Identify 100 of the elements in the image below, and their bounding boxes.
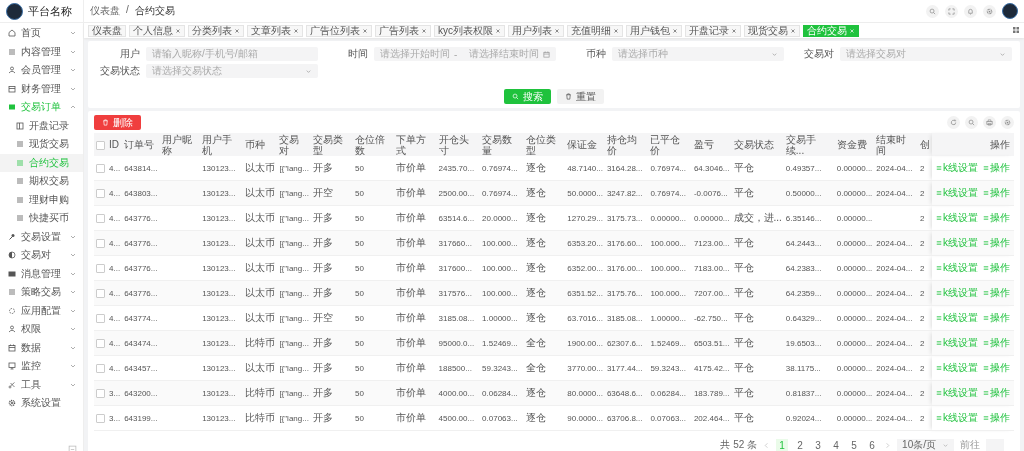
close-icon	[790, 27, 796, 34]
table-cell: 3176.00...	[606, 263, 643, 273]
sidebar-item[interactable]: 会员管理	[0, 61, 83, 80]
page-button[interactable]: 3	[812, 438, 825, 451]
tab[interactable]: 广告列表	[375, 24, 431, 37]
checkbox[interactable]	[96, 163, 105, 173]
checkbox[interactable]	[96, 140, 105, 150]
sidebar-item[interactable]: 监控	[0, 357, 83, 376]
checkbox[interactable]	[96, 188, 105, 198]
sidebar-item[interactable]: 财务管理	[0, 79, 83, 98]
search-icon	[929, 7, 936, 15]
table-cell: 130123...	[202, 238, 236, 248]
table-cell: 7123.00...	[693, 238, 730, 248]
table-cell: 0.00000...	[836, 338, 873, 348]
checkbox[interactable]	[96, 263, 105, 273]
sidebar-item[interactable]: 工具	[0, 375, 83, 394]
table-cell: 7207.00...	[693, 288, 730, 298]
table-cell: 全仓	[525, 362, 546, 373]
tab[interactable]: 现货交易	[744, 24, 800, 37]
checkbox[interactable]	[96, 413, 105, 423]
table-cell: 2	[919, 413, 925, 423]
sidebar-item[interactable]: 系统设置	[0, 394, 83, 413]
tab[interactable]: 开盘记录	[685, 24, 741, 37]
checkbox[interactable]	[96, 313, 105, 323]
tab[interactable]: kyc列表权限	[434, 24, 505, 37]
checkbox[interactable]	[96, 363, 105, 373]
table-cell: 7183.00...	[693, 263, 730, 273]
tab[interactable]: 文章列表	[247, 24, 303, 37]
close-icon	[731, 27, 737, 34]
table-cell: 2024-04...	[876, 163, 913, 173]
breadcrumb-item[interactable]: 仪表盘	[90, 4, 120, 18]
sidebar-item[interactable]: 内容管理	[0, 42, 83, 61]
table-cell: 开多	[313, 362, 334, 373]
table-cell: 开空	[313, 187, 334, 198]
page-button[interactable]: 5	[848, 438, 861, 451]
sidebar-item[interactable]: 期权交易	[0, 172, 83, 191]
table-cell: 0.76974...	[482, 163, 518, 173]
table-cell: 0.06284...	[482, 388, 518, 398]
table-cell: 317600...	[438, 263, 472, 273]
tab[interactable]: 广告位列表	[306, 24, 372, 37]
table-cell: 市价单	[395, 162, 426, 173]
checkbox[interactable]	[96, 213, 105, 223]
table-cell: 188500...	[438, 363, 472, 373]
sidebar-item[interactable]: 交易设置	[0, 227, 83, 246]
sidebar-item[interactable]: 策略交易	[0, 283, 83, 302]
sidebar-item[interactable]: 首页	[0, 24, 83, 43]
table-cell: 3185.08...	[606, 313, 643, 323]
table-cell: 4...	[109, 363, 121, 373]
sidebar-item[interactable]: 数据	[0, 338, 83, 357]
checkbox[interactable]	[96, 288, 105, 298]
table-cell: 平仓	[733, 312, 754, 323]
table-cell: 3185.08...	[438, 313, 475, 323]
table-cell: 3770.00...	[567, 363, 603, 373]
tab[interactable]: 用户钱包	[626, 24, 682, 37]
table-cell: 643776...	[124, 213, 158, 223]
table-cell: 开多	[313, 162, 334, 173]
page-button[interactable]: 6	[866, 438, 879, 451]
table-cell: 130123...	[202, 313, 236, 323]
sidebar-item[interactable]: 交易对	[0, 246, 83, 265]
sidebar-item[interactable]: 现货交易	[0, 135, 83, 154]
table-cell: [{"lang...	[279, 188, 309, 198]
table-cell: 3175.76...	[606, 288, 643, 298]
table-cell: 0.92024...	[785, 413, 822, 423]
caret-icon	[771, 50, 779, 58]
tab[interactable]: 仪表盘	[88, 24, 126, 37]
page-button[interactable]: 2	[794, 438, 807, 451]
sidebar-item[interactable]: 快捷买币	[0, 209, 83, 228]
table-cell: 1.00000...	[650, 313, 686, 323]
page-size-select[interactable]: 10条/页	[897, 438, 954, 451]
table-cell: 0.00000...	[836, 363, 873, 373]
table-cell: 95000.0...	[438, 338, 475, 348]
search-icon	[512, 93, 519, 100]
tab[interactable]: 分类列表	[188, 24, 244, 37]
table-cell: 317576...	[438, 288, 472, 298]
sidebar-item[interactable]: 开盘记录	[0, 116, 83, 135]
sidebar-item[interactable]: 理财申购	[0, 190, 83, 209]
table-cell: 6352.00...	[567, 263, 603, 273]
checkbox[interactable]	[96, 388, 105, 398]
sidebar-item[interactable]: 权限	[0, 320, 83, 339]
tab[interactable]: 充值明细	[567, 24, 623, 37]
sidebar-item[interactable]: 应用配置	[0, 301, 83, 320]
logo-icon	[6, 2, 23, 20]
tab[interactable]: 用户列表	[508, 24, 564, 37]
delete-button[interactable]: 删除	[94, 115, 141, 130]
column-header: 交易类型	[313, 133, 344, 156]
reset-button[interactable]: 重置	[557, 89, 604, 104]
column-header: 仓位倍数	[355, 133, 386, 156]
tab[interactable]: 个人信息	[129, 24, 185, 37]
avatar[interactable]	[1002, 3, 1018, 19]
checkbox[interactable]	[96, 238, 105, 248]
table-cell: 4...	[109, 188, 121, 198]
page-button[interactable]: 4	[830, 438, 843, 451]
table-cell: 50	[355, 413, 364, 423]
column-header: 已平仓价	[650, 133, 681, 156]
brand-name: 平台名称	[28, 3, 72, 19]
table-cell: 市价单	[395, 187, 426, 198]
sidebar-item[interactable]: 消息管理	[0, 264, 83, 283]
field-label: 用户	[119, 47, 140, 61]
table-cell: 市价单	[395, 362, 426, 373]
checkbox[interactable]	[96, 338, 105, 348]
